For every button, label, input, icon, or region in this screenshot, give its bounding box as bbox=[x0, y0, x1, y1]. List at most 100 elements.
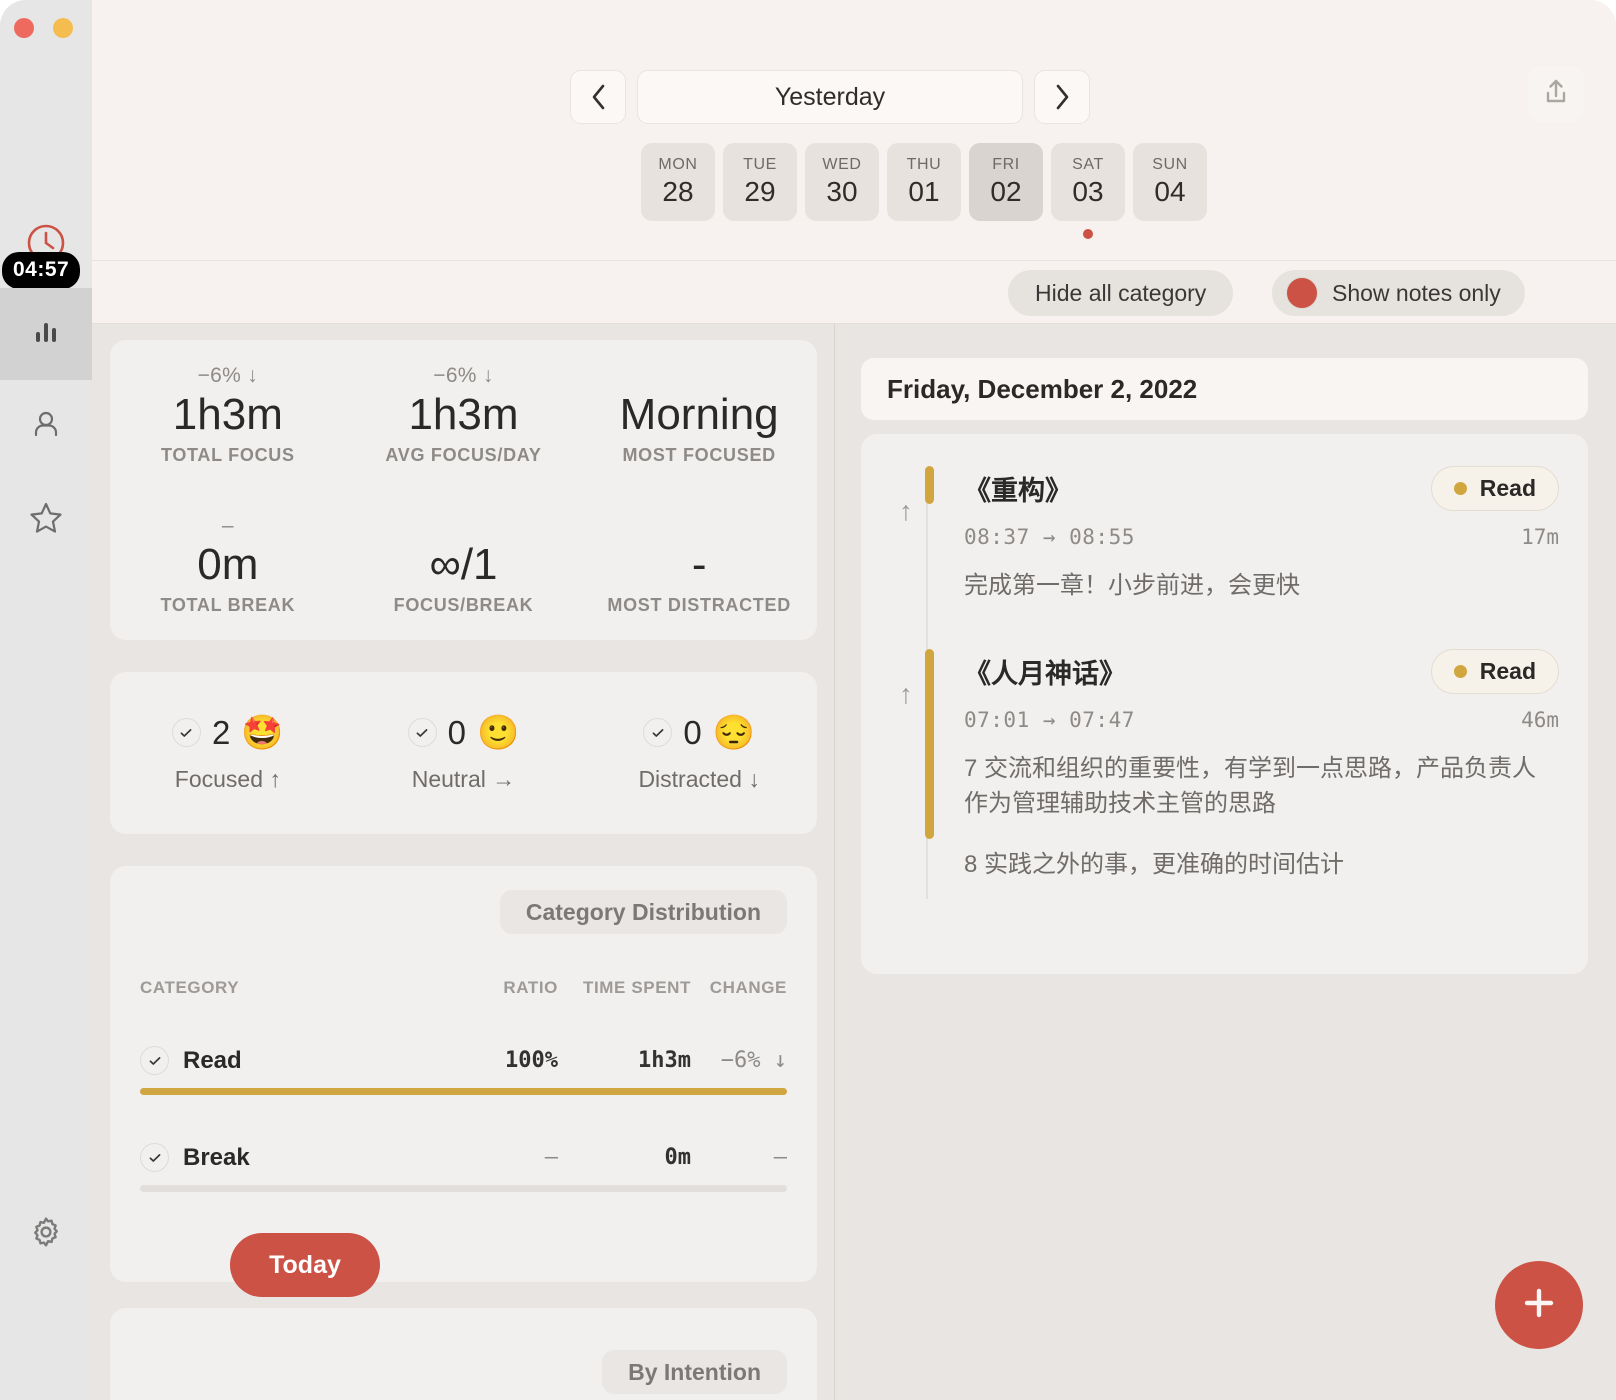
note-entry[interactable]: ↑ 《人月神话》 Read 07:01 → 07:47 46m 7 交流和组织的重要性，有… bbox=[887, 649, 1559, 882]
day-weekday: THU bbox=[906, 156, 942, 173]
category-change: – bbox=[773, 1145, 787, 1170]
sidebar-item-stats[interactable] bbox=[0, 288, 92, 380]
mood-checkbox[interactable] bbox=[407, 718, 437, 747]
note-entry[interactable]: ↑ 《重构》 Read 08:37 → 08:55 17m 完成第一章！小步前进，会更快 bbox=[887, 466, 1559, 604]
stat-label: TOTAL FOCUS bbox=[160, 445, 295, 466]
summary-stats-card: −6% ↓ 1h3m TOTAL FOCUS −6% ↓ 1h3m AVG FOCUS/D… bbox=[110, 340, 817, 640]
note-trend-up-icon: ↑ bbox=[899, 679, 913, 709]
note-head: 《重构》 Read bbox=[964, 466, 1559, 511]
previous-day-button[interactable] bbox=[570, 70, 626, 124]
mood-emoji-icon: 😔 bbox=[712, 713, 756, 752]
category-rows: Read 100% 1h3m −6% ↓ Break – 0m – bbox=[140, 1046, 787, 1192]
add-button[interactable] bbox=[1495, 1261, 1583, 1349]
next-day-button[interactable] bbox=[1034, 70, 1090, 124]
day-cell-mon[interactable]: MON 28 bbox=[641, 143, 715, 221]
stat-cell-total-break: –0m TOTAL BREAK bbox=[110, 490, 346, 640]
close-button[interactable] bbox=[14, 18, 34, 38]
show-notes-only-label: Show notes only bbox=[1332, 279, 1501, 306]
note-title: 《重构》 bbox=[964, 476, 1072, 506]
note-category-badge[interactable]: Read bbox=[1430, 649, 1559, 694]
category-ratio: – bbox=[544, 1145, 558, 1170]
category-ratio: 100% bbox=[505, 1048, 558, 1073]
note-body: 《人月神话》 Read 07:01 → 07:47 46m 7 交流和组织的重要性，有学… bbox=[934, 649, 1559, 882]
mood-grid: 2 🤩 Focused ↑ 0 🙂 Neutral → 0 😔 Distracted ↓ bbox=[110, 672, 817, 834]
toggle-knob-icon bbox=[1286, 277, 1318, 309]
day-weekday: SUN bbox=[1152, 156, 1188, 173]
column-change: CHANGE bbox=[709, 978, 787, 997]
mood-top-row: 0 🙂 bbox=[407, 713, 519, 752]
show-notes-only-toggle[interactable]: Show notes only bbox=[1272, 270, 1525, 316]
day-number: 02 bbox=[990, 176, 1022, 207]
timer-label: 04:57 bbox=[2, 252, 81, 289]
share-button[interactable] bbox=[1528, 66, 1584, 122]
note-trend-up-icon: ↑ bbox=[899, 496, 913, 526]
category-checkbox[interactable] bbox=[140, 1046, 169, 1075]
day-cell-wed[interactable]: WED 30 bbox=[805, 143, 879, 221]
stat-value: 0m bbox=[197, 539, 259, 589]
date-label[interactable]: Yesterday bbox=[637, 70, 1023, 124]
mood-count: 0 bbox=[447, 713, 466, 751]
hide-all-category-button[interactable]: Hide all category bbox=[1008, 270, 1234, 316]
sidebar-item-settings[interactable] bbox=[0, 1188, 92, 1280]
timer-widget[interactable]: 04:57 bbox=[0, 222, 92, 289]
stat-delta: −6% ↓ bbox=[433, 363, 494, 387]
note-badge-label: Read bbox=[1479, 658, 1536, 684]
sidebar-item-profile[interactable] bbox=[0, 380, 92, 472]
today-button[interactable]: Today bbox=[230, 1233, 380, 1297]
column-ratio: RATIO bbox=[503, 978, 558, 997]
mood-label: Neutral → bbox=[411, 765, 516, 792]
category-distribution-card: Category Distribution CATEGORY RATIO TIM… bbox=[110, 866, 817, 1282]
day-weekday: WED bbox=[822, 156, 862, 173]
note-title: 《人月神话》 bbox=[964, 659, 1126, 689]
day-cell-sun[interactable]: SUN 04 bbox=[1133, 143, 1207, 221]
category-distribution-chip[interactable]: Category Distribution bbox=[499, 890, 787, 934]
note-category-badge[interactable]: Read bbox=[1430, 466, 1559, 511]
day-cell-thu[interactable]: THU 01 bbox=[887, 143, 961, 221]
sidebar: 04:57 bbox=[0, 0, 112, 1400]
mood-checkbox[interactable] bbox=[643, 718, 673, 747]
day-cell-fri[interactable]: FRI 02 bbox=[969, 143, 1043, 221]
by-intention-chip[interactable]: By Intention bbox=[602, 1350, 787, 1394]
category-row-line: Read 100% 1h3m −6% ↓ bbox=[140, 1046, 787, 1075]
day-weekday: TUE bbox=[743, 156, 777, 173]
day-cell-tue[interactable]: TUE 29 bbox=[723, 143, 797, 221]
day-number: 28 bbox=[662, 176, 694, 207]
stat-cell-avg-focus-day: −6% ↓ 1h3m AVG FOCUS/DAY bbox=[346, 340, 582, 490]
category-time-spent: 0m bbox=[664, 1145, 692, 1170]
category-dot-icon bbox=[1453, 665, 1467, 678]
note-paragraph: 完成第一章！小步前进，会更快 bbox=[964, 572, 1300, 599]
filter-bar: Hide all category Show notes only bbox=[92, 260, 1616, 324]
note-time-range: 07:01 → 07:47 bbox=[964, 708, 1135, 732]
note-text: 7 交流和组织的重要性，有学到一点思路，产品负责人作为管理辅助技术主管的思路 8 … bbox=[964, 752, 1559, 882]
gear-icon bbox=[29, 1215, 63, 1254]
stat-cell-most-distracted: - MOST DISTRACTED bbox=[581, 490, 817, 640]
by-intention-card: By Intention bbox=[110, 1308, 817, 1400]
day-number: 04 bbox=[1154, 176, 1186, 207]
stat-label: AVG FOCUS/DAY bbox=[385, 445, 542, 466]
day-number: 03 bbox=[1072, 176, 1104, 207]
category-dot-icon bbox=[1453, 482, 1467, 495]
category-bar-track bbox=[140, 1185, 787, 1192]
stat-value: Morning bbox=[619, 389, 779, 439]
category-name: Break bbox=[183, 1143, 250, 1171]
minimize-button[interactable] bbox=[53, 18, 73, 38]
week-day-strip: MON 28 TUE 29 WED 30 THU 01 FRI 02 SAT 03 SUN 04 bbox=[641, 143, 1207, 239]
note-category-bar bbox=[925, 649, 934, 839]
mood-top-row: 0 😔 bbox=[643, 714, 755, 752]
star-icon bbox=[28, 500, 64, 541]
share-upload-icon bbox=[1541, 77, 1571, 112]
category-name-wrap: Read bbox=[140, 1046, 458, 1075]
category-checkbox[interactable] bbox=[140, 1143, 169, 1172]
day-cell-sat[interactable]: SAT 03 bbox=[1051, 143, 1125, 239]
note-meta: 08:37 → 08:55 17m bbox=[964, 525, 1559, 549]
category-table-header: CATEGORY RATIO TIME SPENT CHANGE bbox=[140, 978, 787, 998]
mood-cell-neutral: 0 🙂 Neutral → bbox=[346, 672, 582, 834]
mood-cell-focused: 2 🤩 Focused ↑ bbox=[110, 672, 346, 834]
note-head: 《人月神话》 Read bbox=[964, 649, 1559, 694]
mood-checkbox[interactable] bbox=[171, 718, 201, 747]
sidebar-item-favorites[interactable] bbox=[0, 474, 92, 566]
stat-cell-focus-break: ∞/1 FOCUS/BREAK bbox=[346, 490, 582, 640]
category-bar-track bbox=[140, 1088, 787, 1095]
note-body: 《重构》 Read 08:37 → 08:55 17m 完成第一章！小步前进，会更快 bbox=[934, 466, 1559, 604]
stat-value: ∞/1 bbox=[429, 539, 498, 589]
